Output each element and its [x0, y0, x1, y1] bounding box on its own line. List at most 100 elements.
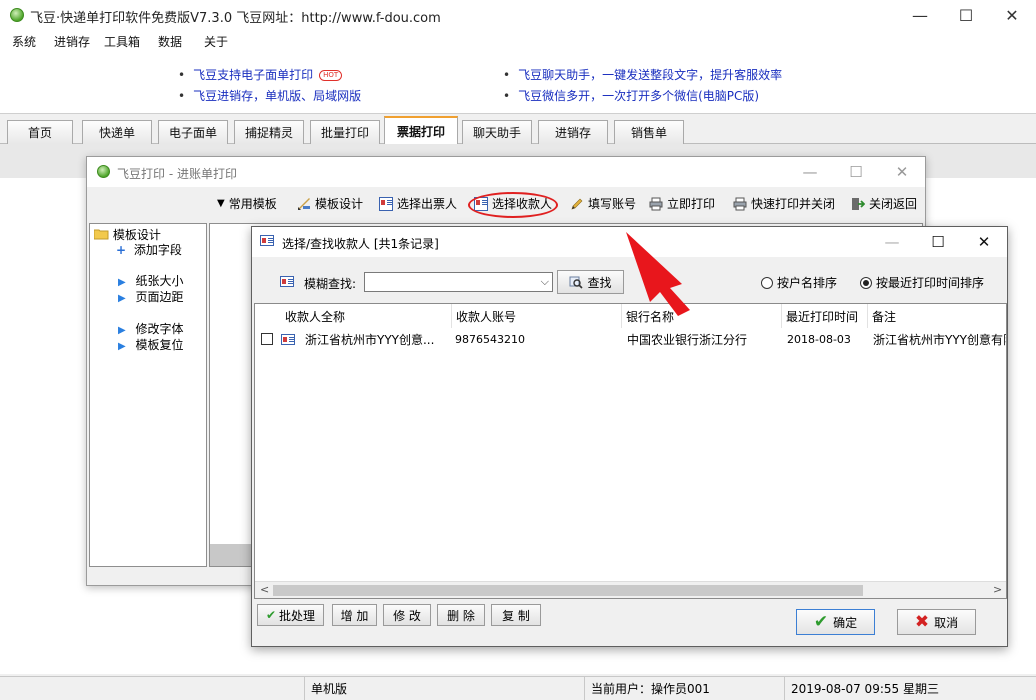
- menu-system[interactable]: 系统: [12, 33, 36, 50]
- tree-paper-size[interactable]: ▶ 纸张大小: [118, 272, 184, 289]
- template-tree: 模板设计 + 添加字段 ▶ 纸张大小 ▶ 页面边距 ▶ 修改字体 ▶ 模板复位: [89, 223, 207, 567]
- maximize-button[interactable]: ☐: [915, 227, 961, 257]
- status-user: 当前用户：操作员001: [584, 677, 784, 700]
- maximize-button[interactable]: ☐: [833, 157, 879, 187]
- print-now-button[interactable]: 立即打印: [649, 195, 715, 212]
- scroll-right-icon[interactable]: >: [993, 583, 1002, 596]
- tab-capture[interactable]: 捕捉精灵: [234, 120, 304, 144]
- tree-reset-template[interactable]: ▶ 模板复位: [118, 336, 184, 353]
- tree-node-label: 修改字体: [135, 322, 184, 336]
- promo-link-jxc[interactable]: • 飞豆进销存，单机版、局域网版: [178, 87, 361, 104]
- tree-node-label: 模板复位: [135, 338, 184, 352]
- blue-triangle-icon: ▶: [118, 341, 126, 352]
- column-header-last-print[interactable]: 最近打印时间: [781, 304, 867, 328]
- promo-text: 飞豆微信多开，一次打开多个微信(电脑PC版): [518, 89, 760, 103]
- cell-note: 浙江省杭州市YYY创意有限: [873, 332, 1007, 347]
- plus-icon: +: [116, 243, 127, 257]
- sort-by-time-radio[interactable]: 按最近打印时间排序: [860, 274, 984, 291]
- tool-label: 立即打印: [667, 197, 716, 211]
- cell-name: 浙江省杭州市YYY创意...: [305, 332, 435, 347]
- template-design-button[interactable]: 模板设计: [297, 195, 363, 212]
- promo-link-wechat[interactable]: • 飞豆微信多开，一次打开多个微信(电脑PC版): [503, 87, 759, 104]
- blue-triangle-icon: ▶: [118, 325, 126, 336]
- tree-add-field[interactable]: + 添加字段: [116, 241, 182, 258]
- tree-change-font[interactable]: ▶ 修改字体: [118, 320, 184, 337]
- tab-inventory[interactable]: 进销存: [538, 120, 608, 144]
- add-button[interactable]: 增 加: [332, 604, 377, 626]
- search-label: 模糊查找:: [304, 277, 357, 291]
- dropdown-triangle-icon: ▼: [217, 198, 225, 209]
- copy-button[interactable]: 复 制: [491, 604, 541, 626]
- edit-button[interactable]: 修 改: [383, 604, 431, 626]
- print-window-title: 飞豆打印 - 进账单打印: [117, 167, 237, 181]
- column-header-name[interactable]: 收款人全称: [281, 304, 451, 328]
- exit-door-icon: [852, 197, 865, 210]
- radio-circle: [761, 276, 773, 289]
- minimize-button[interactable]: —: [897, 0, 943, 30]
- tab-sales[interactable]: 销售单: [614, 120, 684, 144]
- minimize-button[interactable]: —: [787, 157, 833, 187]
- tree-node-label: 添加字段: [133, 243, 182, 257]
- print-window-titlebar: 飞豆打印 - 进账单打印 — ☐ ✕: [87, 157, 925, 187]
- quick-print-close-button[interactable]: 快速打印并关闭: [733, 195, 835, 212]
- promo-text: 飞豆聊天助手，一键发送整段文字，提升客服效率: [518, 68, 783, 82]
- menubar: 系统 进销存 工具箱 数据 关于: [0, 30, 1036, 50]
- highlight-ellipse: [468, 192, 558, 218]
- tool-label: 快速打印并关闭: [751, 197, 836, 211]
- checkmark-icon: ✔: [813, 612, 829, 632]
- close-button[interactable]: ✕: [879, 157, 925, 187]
- app-logo-icon: [97, 165, 110, 178]
- close-button[interactable]: ✕: [989, 0, 1035, 30]
- tab-batch-print[interactable]: 批量打印: [310, 120, 380, 144]
- menu-toolbox[interactable]: 工具箱: [104, 33, 140, 50]
- tab-bill-print[interactable]: 票据打印: [384, 116, 458, 145]
- blue-triangle-icon: ▶: [118, 277, 126, 288]
- dialog-title: 选择/查找收款人 [共1条记录]: [282, 237, 439, 251]
- status-mode: 单机版: [304, 677, 584, 700]
- minimize-button[interactable]: —: [869, 227, 915, 257]
- tab-express[interactable]: 快递单: [82, 120, 152, 144]
- button-label: 确定: [833, 615, 858, 630]
- main-titlebar: 飞豆·快递单打印软件免费版V7.3.0 飞豆网址：http://www.f-do…: [0, 0, 1036, 30]
- select-drawer-button[interactable]: 选择出票人: [379, 195, 457, 212]
- menu-inventory[interactable]: 进销存: [54, 33, 90, 50]
- contact-card-icon: [281, 334, 295, 345]
- cancel-button[interactable]: ✖ 取消: [897, 609, 976, 635]
- column-header-note[interactable]: 备注: [867, 304, 1006, 328]
- tool-label: 模板设计: [315, 197, 364, 211]
- cell-account: 9876543210: [455, 332, 525, 346]
- chevron-down-icon: ⌵: [540, 275, 549, 288]
- contact-card-icon: [280, 276, 294, 287]
- cell-bank: 中国农业银行浙江分行: [627, 332, 748, 347]
- horizontal-scrollbar[interactable]: < >: [255, 581, 1006, 598]
- app-logo-icon: [10, 8, 24, 22]
- tab-home[interactable]: 首页: [7, 120, 73, 144]
- promo-link-eface[interactable]: • 飞豆支持电子面单打印 HOT: [178, 66, 343, 83]
- sort-by-name-radio[interactable]: 按户名排序: [761, 274, 837, 291]
- promo-link-chat[interactable]: • 飞豆聊天助手，一键发送整段文字，提升客服效率: [503, 66, 782, 83]
- search-combo[interactable]: ⌵: [364, 272, 553, 292]
- tree-page-margin[interactable]: ▶ 页面边距: [118, 288, 184, 305]
- tool-label: 常用模板: [228, 197, 277, 211]
- tab-eface[interactable]: 电子面单: [158, 120, 228, 144]
- red-pointer-arrow-icon: [626, 232, 690, 316]
- row-checkbox[interactable]: [261, 333, 273, 345]
- batch-button[interactable]: ✔ 批处理: [257, 604, 324, 626]
- statusbar: 单机版 当前用户：操作员001 2019-08-07 09:55 星期三: [0, 676, 1036, 700]
- scrollbar-thumb[interactable]: [273, 585, 863, 596]
- maximize-button[interactable]: ☐: [943, 0, 989, 30]
- printer-icon: [733, 197, 747, 210]
- delete-button[interactable]: 删 除: [437, 604, 485, 626]
- menu-data[interactable]: 数据: [158, 33, 182, 50]
- close-return-button[interactable]: 关闭返回: [851, 195, 917, 212]
- ok-button[interactable]: ✔ 确定: [796, 609, 875, 635]
- contact-card-icon: [260, 235, 274, 246]
- status-datetime: 2019-08-07 09:55 星期三: [784, 677, 1036, 700]
- close-button[interactable]: ✕: [961, 227, 1007, 257]
- scroll-left-icon[interactable]: <: [260, 583, 269, 596]
- tab-chat[interactable]: 聊天助手: [462, 120, 532, 144]
- menu-about[interactable]: 关于: [204, 33, 228, 50]
- fill-account-button[interactable]: 填写账号: [570, 195, 636, 212]
- column-header-account[interactable]: 收款人账号: [451, 304, 621, 328]
- common-template-button[interactable]: ▼ 常用模板: [217, 195, 277, 212]
